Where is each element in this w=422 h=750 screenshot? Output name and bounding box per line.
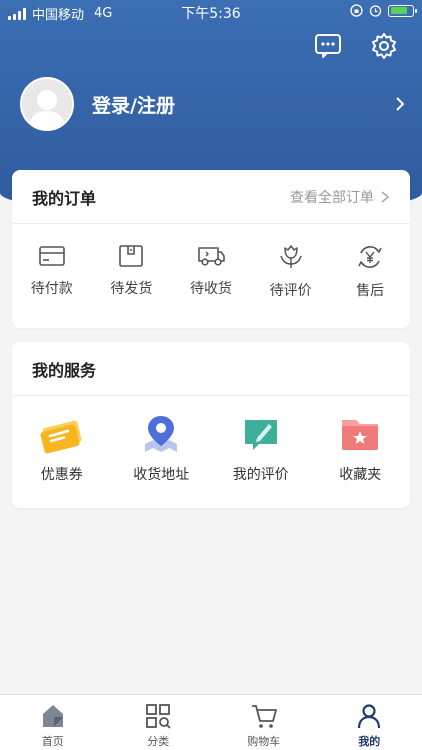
services-title: 我的服务 (32, 360, 97, 380)
orders-title: 我的订单 (32, 188, 97, 208)
flower-icon (279, 245, 302, 268)
cart-icon (251, 705, 277, 728)
order-after-sales[interactable]: 售后 (330, 224, 410, 300)
tab-mine[interactable]: 我的 (317, 695, 422, 750)
service-favorites[interactable]: 收藏夹 (311, 396, 411, 484)
chevron-right-icon (396, 97, 405, 111)
coupon-icon (40, 420, 82, 454)
service-address[interactable]: 收货地址 (112, 396, 212, 484)
comment-edit-icon (244, 420, 277, 450)
tab-label: 分类 (147, 735, 170, 748)
battery-icon (388, 4, 417, 17)
bottom-tab-bar: 首页 分类 购物车 我的 (0, 694, 422, 750)
alarm-icon (369, 5, 382, 17)
truck-icon (198, 247, 225, 266)
order-item-label: 售后 (356, 283, 385, 299)
order-pending-payment[interactable]: 待付款 (12, 224, 92, 300)
box-icon (119, 245, 144, 267)
order-item-label: 待付款 (30, 281, 73, 297)
order-pending-shipment[interactable]: 待发货 (92, 224, 172, 300)
message-icon[interactable] (312, 30, 344, 62)
user-icon (358, 704, 381, 729)
card-icon (38, 246, 65, 266)
tab-cart[interactable]: 购物车 (211, 695, 317, 750)
tab-label: 我的 (358, 735, 381, 748)
login-register-row[interactable]: 登录/注册 (20, 76, 410, 132)
gear-icon[interactable] (368, 30, 400, 62)
orders-card: 我的订单 查看全部订单 待付款 待发货 待收货 待评价 售后 (12, 170, 410, 328)
order-pending-review[interactable]: 待评价 (251, 224, 331, 300)
yen-refresh-icon (358, 246, 382, 268)
order-item-label: 待评价 (269, 283, 312, 299)
category-grid-icon (146, 704, 171, 729)
service-label: 优惠券 (40, 467, 83, 483)
tab-category[interactable]: 分类 (106, 695, 212, 750)
view-all-orders-link[interactable]: 查看全部订单 (290, 187, 390, 207)
service-my-reviews[interactable]: 我的评价 (211, 396, 311, 484)
service-coupons[interactable]: 优惠券 (12, 396, 112, 484)
home-icon (42, 705, 63, 727)
order-item-label: 待收货 (189, 281, 232, 297)
chevron-right-icon (381, 190, 390, 203)
view-all-orders-label: 查看全部订单 (290, 189, 374, 206)
location-pin-icon (145, 416, 178, 452)
tab-home[interactable]: 首页 (0, 695, 106, 750)
tab-label: 购物车 (247, 735, 281, 748)
tab-label: 首页 (41, 735, 64, 748)
service-label: 收藏夹 (339, 467, 382, 483)
service-label: 收货地址 (133, 467, 190, 483)
service-label: 我的评价 (232, 467, 289, 483)
status-bar: 中国移动 4G 下午5:36 (0, 0, 422, 24)
services-card: 我的服务 优惠券 收货地址 我的评价 收藏夹 (12, 342, 410, 508)
order-item-label: 待发货 (110, 281, 153, 297)
avatar (20, 77, 74, 131)
folder-star-icon (342, 420, 379, 450)
login-register-label: 登录/注册 (92, 94, 175, 117)
rotation-lock-icon (350, 4, 363, 17)
order-pending-receipt[interactable]: 待收货 (171, 224, 251, 300)
